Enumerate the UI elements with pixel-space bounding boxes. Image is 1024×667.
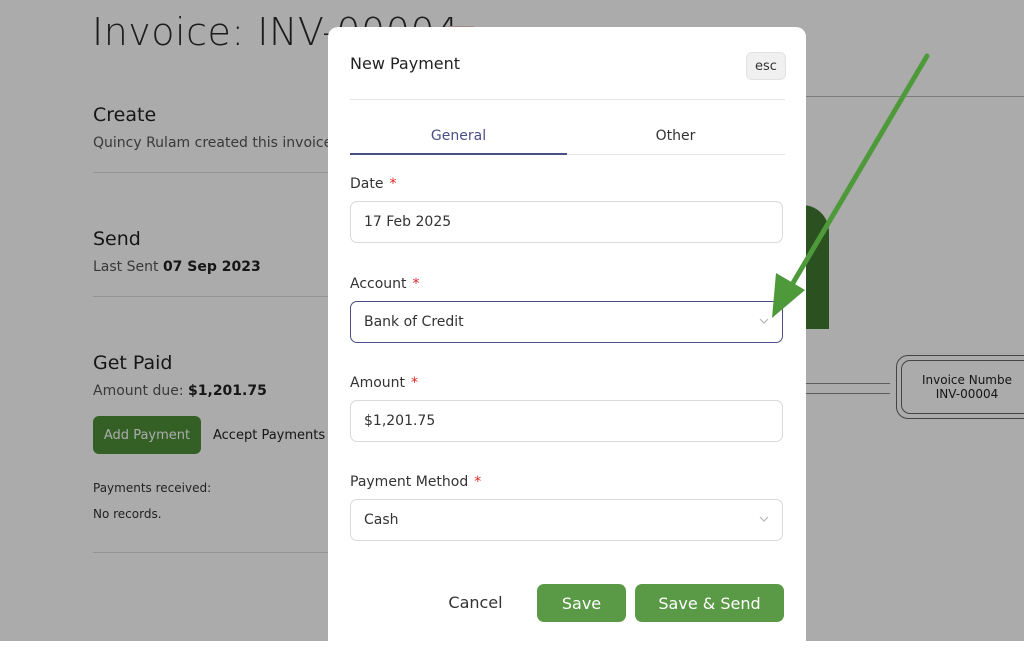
arrow-head	[772, 273, 805, 318]
arrow-shaft	[790, 53, 930, 286]
annotation-arrow	[772, 53, 930, 318]
